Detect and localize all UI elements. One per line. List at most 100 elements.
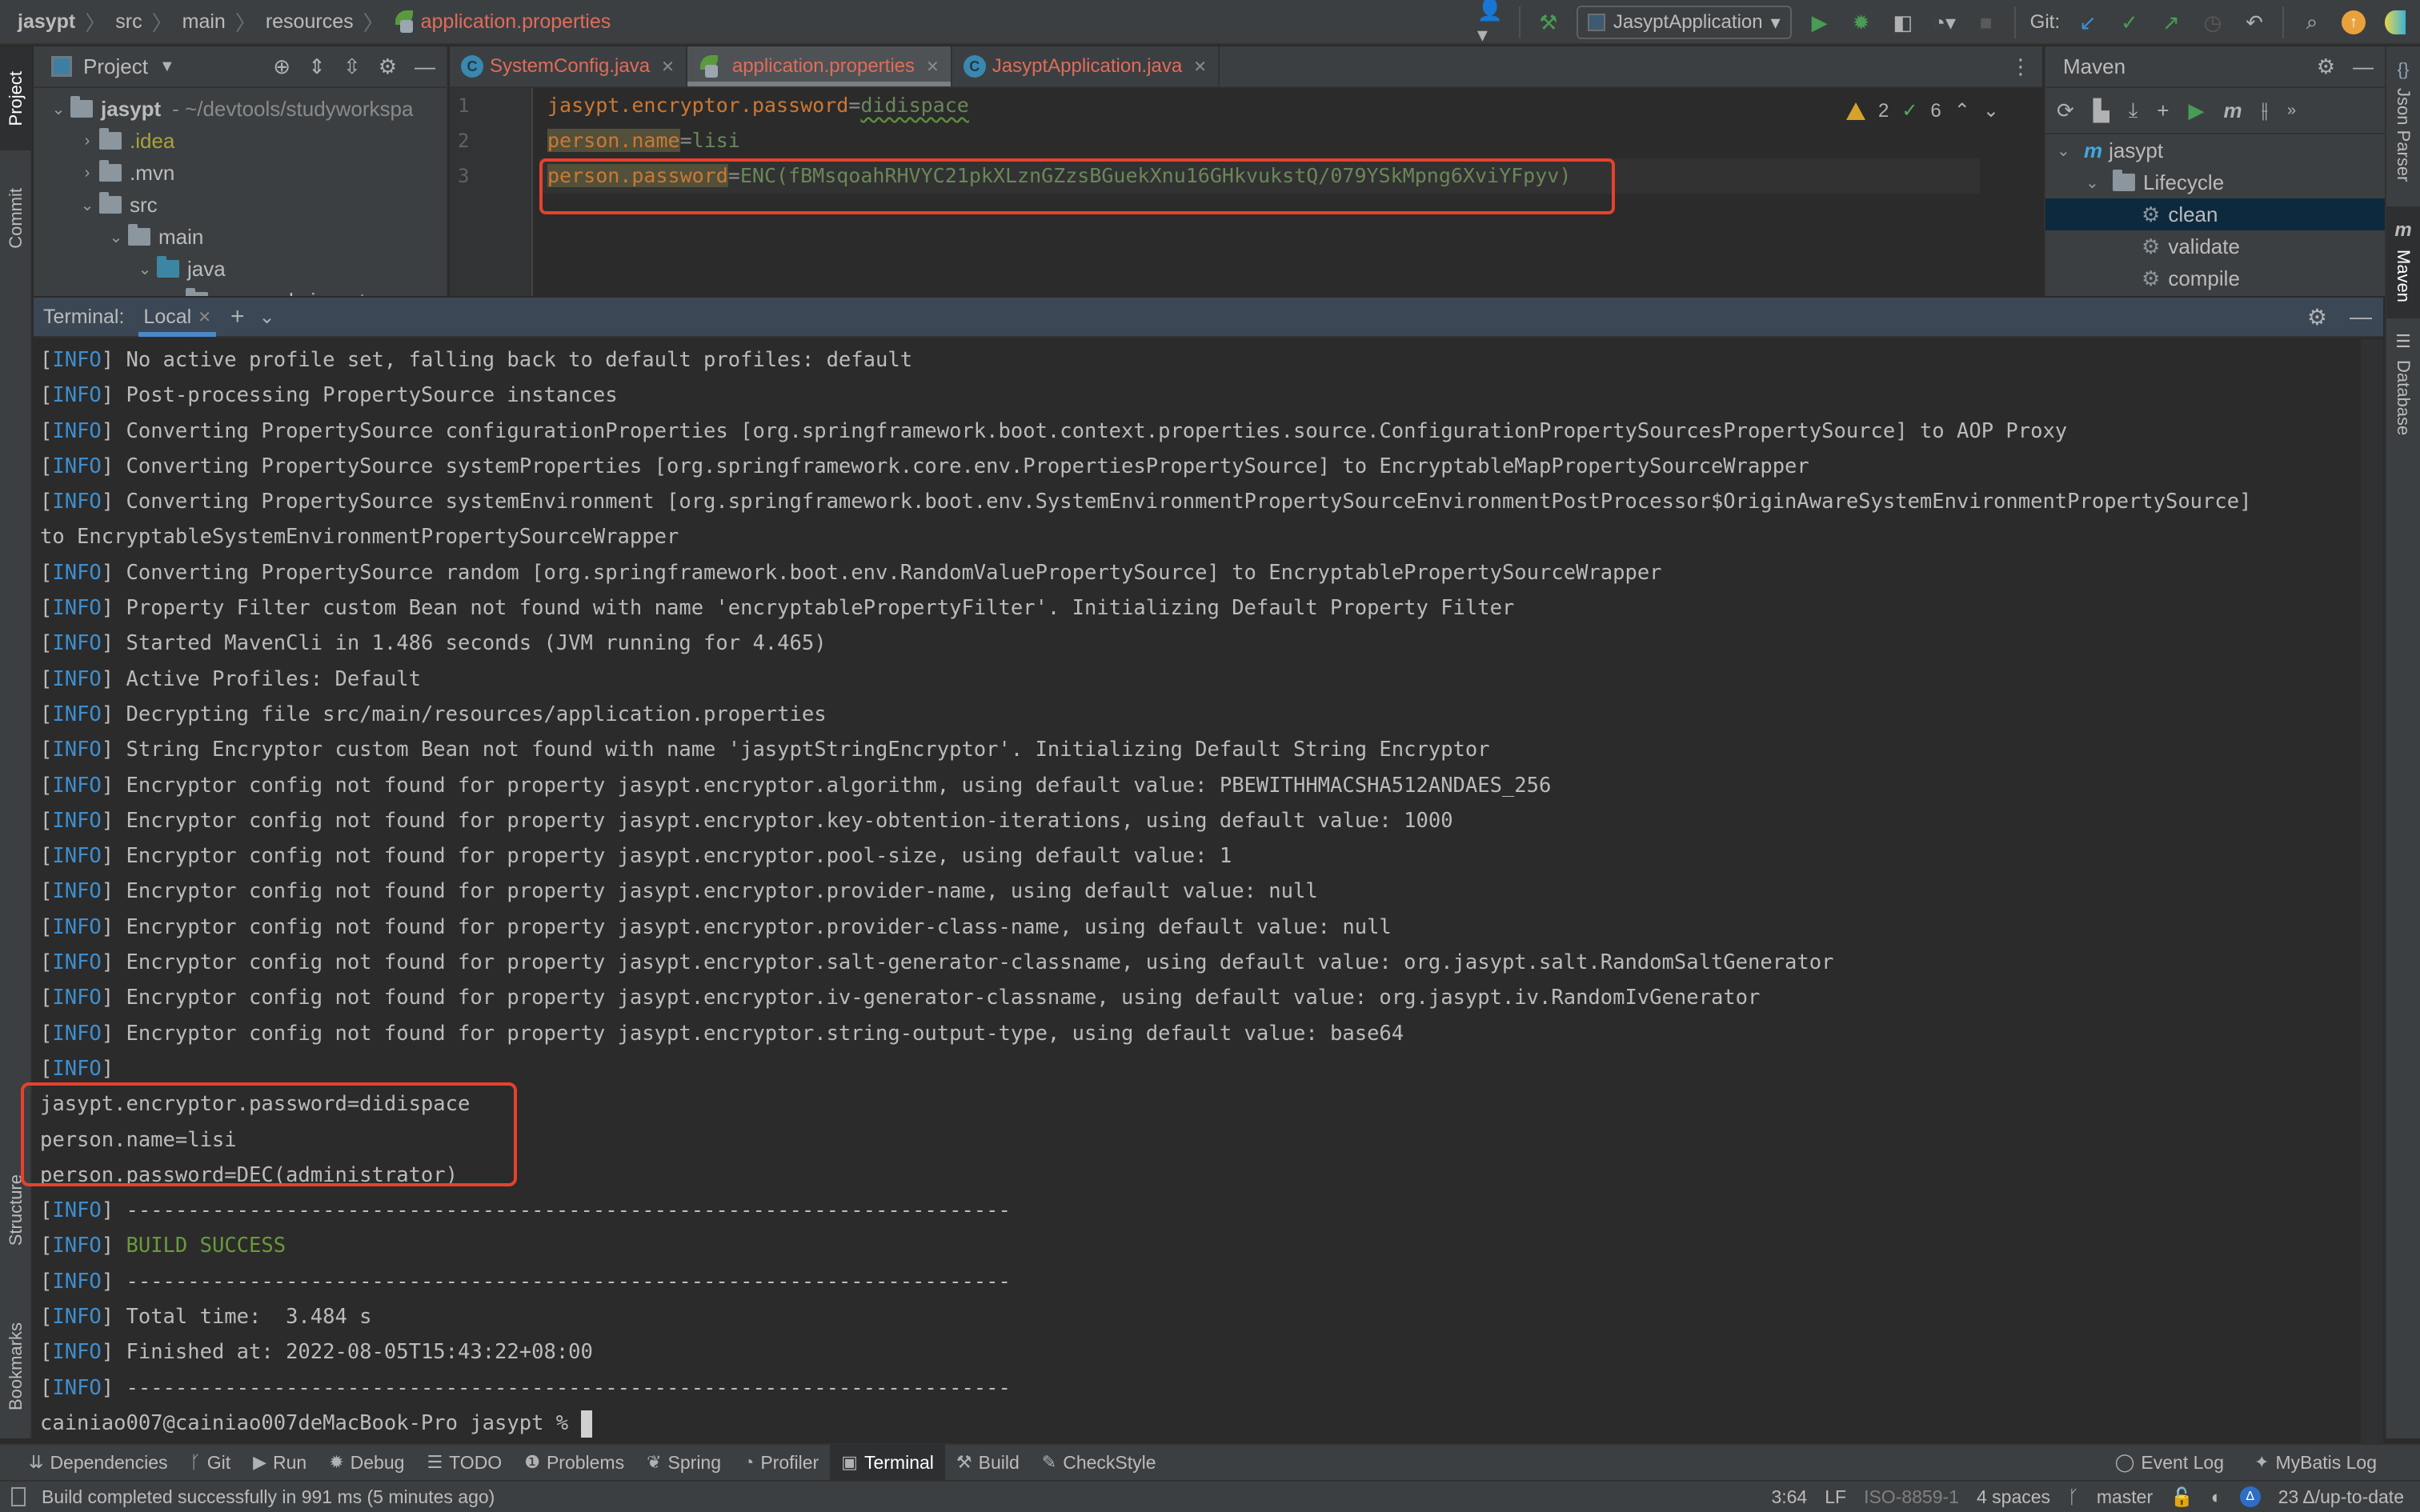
breadcrumb-item-file[interactable]: application.properties	[421, 10, 611, 34]
expand-all-icon[interactable]: ⇕	[308, 54, 326, 79]
tree-item-idea[interactable]: › .idea	[34, 125, 447, 157]
chevron-down-icon[interactable]: ⌄	[2057, 141, 2084, 161]
tool-tab-database[interactable]: ☰ Database	[2386, 318, 2420, 462]
user-icon[interactable]: 👤▾	[1477, 0, 1504, 46]
run-icon[interactable]: ▶	[1806, 9, 1833, 36]
breadcrumb-item-main[interactable]: main	[182, 10, 226, 34]
file-encoding[interactable]: ISO-8859-1	[1864, 1486, 1959, 1508]
new-tab-icon[interactable]: +	[230, 303, 245, 330]
locate-icon[interactable]: ⊕	[273, 54, 290, 79]
updates-status[interactable]: 23 Δ/up-to-date	[2278, 1486, 2404, 1508]
tool-window-tab-todo[interactable]: ☰ TODO	[415, 1445, 513, 1480]
maven-item-lifecycle[interactable]: ⌄ Lifecycle	[2045, 166, 2385, 198]
hammer-icon[interactable]: ⚒	[1535, 9, 1562, 36]
search-icon[interactable]: ⌕	[2298, 9, 2326, 36]
chevron-down-icon[interactable]: ⌄	[75, 195, 99, 215]
code-line[interactable]: jasypt.encryptor.password=didispace	[539, 88, 1980, 123]
tool-window-tab-problems[interactable]: ❶ Problems	[513, 1445, 635, 1480]
maven-goal-icon[interactable]: m	[2223, 98, 2242, 123]
git-branch[interactable]: master	[2097, 1486, 2153, 1508]
terminal-output[interactable]: [INFO] No active profile set, falling ba…	[34, 338, 2383, 1441]
generate-sources-icon[interactable]: ▙	[2093, 98, 2109, 123]
maven-item-validate[interactable]: ⚙ validate	[2045, 230, 2385, 262]
git-update-icon[interactable]: ↙	[2074, 9, 2101, 36]
tool-window-tab-debug[interactable]: ✹ Debug	[318, 1445, 415, 1480]
next-highlight-icon[interactable]: ⌄	[1983, 99, 1999, 122]
tree-item-jasypt[interactable]: ⌄ jasypt - ~/devtools/studyworkspa	[34, 93, 447, 125]
skip-tests-icon[interactable]: ⫲	[2262, 98, 2268, 123]
maven-item-compile[interactable]: ⚙ compile	[2045, 262, 2385, 294]
tool-tab-json-parser[interactable]: {} Json Parser	[2386, 46, 2420, 206]
git-commit-icon[interactable]: ✓	[2116, 9, 2143, 36]
run-icon[interactable]: ▶	[2188, 98, 2204, 123]
more-icon[interactable]: »	[2287, 102, 2296, 120]
caret-position[interactable]: 3:64	[1771, 1486, 1807, 1508]
minimize-icon[interactable]: —	[2350, 304, 2372, 330]
code-line[interactable]: person.name=lisi	[539, 123, 1980, 158]
tool-tab-commit[interactable]: Commit	[0, 166, 32, 270]
tool-window-tab-terminal[interactable]: ▣ Terminal	[830, 1445, 945, 1480]
maven-item-jasypt[interactable]: ⌄ m jasypt	[2045, 134, 2385, 166]
tab-jasyptapplication-java[interactable]: C JasyptApplication.java ✕	[952, 46, 1220, 86]
toolbox-icon[interactable]	[2382, 9, 2409, 36]
gear-icon[interactable]: ⚙	[2307, 304, 2327, 330]
line-separator[interactable]: LF	[1825, 1486, 1846, 1508]
memory-indicator-icon[interactable]: ◐	[2211, 1486, 2222, 1508]
project-panel-title[interactable]: Project	[83, 54, 148, 79]
tree-item-main[interactable]: ⌄ main	[34, 221, 447, 253]
chevron-down-icon[interactable]: ⌄	[2085, 173, 2113, 193]
update-icon[interactable]: ↑	[2340, 9, 2367, 36]
close-icon[interactable]: ✕	[1193, 57, 1207, 77]
more-options-icon[interactable]: ⋮	[2010, 54, 2031, 79]
gear-icon[interactable]: ⚙	[379, 54, 397, 79]
minimize-icon[interactable]: —	[415, 54, 435, 79]
tool-window-tab-run[interactable]: ▶ Run	[242, 1445, 318, 1480]
chevron-down-icon[interactable]: ▼	[159, 58, 175, 76]
maven-item-clean[interactable]: ⚙ clean	[2045, 198, 2385, 230]
tool-window-tab-profiler[interactable]: ◔ Profiler	[732, 1445, 830, 1480]
tree-item-src[interactable]: ⌄ src	[34, 189, 447, 221]
collapse-all-icon[interactable]: ⇳	[343, 54, 361, 79]
chevron-down-icon[interactable]: ⌄	[46, 99, 70, 119]
breadcrumb-item-src[interactable]: src	[115, 10, 142, 34]
download-icon[interactable]: ⤓	[2129, 98, 2138, 123]
layout-toggle-icon[interactable]	[11, 1487, 26, 1506]
tool-window-tab-spring[interactable]: ❦ Spring	[635, 1445, 732, 1480]
inspection-widget[interactable]: 2 ✓ 6 ⌃ ⌄	[1845, 99, 1999, 122]
coverage-icon[interactable]: ◧	[1889, 9, 1917, 36]
lock-icon[interactable]: 🔓	[2170, 1486, 2194, 1508]
tree-item-java[interactable]: ⌄ java	[34, 253, 447, 285]
chevron-right-icon[interactable]: ›	[75, 164, 99, 182]
terminal-tab-local[interactable]: Local ✕	[138, 297, 216, 337]
tool-window-tab-event-log[interactable]: ◯ Event Log	[2104, 1445, 2235, 1480]
tab-application-properties[interactable]: application.properties ✕	[687, 46, 952, 86]
tool-tab-maven[interactable]: m Maven	[2386, 206, 2420, 318]
minimize-icon[interactable]: —	[2353, 54, 2374, 79]
reload-icon[interactable]: ⟳	[2057, 98, 2074, 123]
breadcrumb-item-resources[interactable]: resources	[266, 10, 354, 34]
chevron-right-icon[interactable]: ›	[75, 132, 99, 150]
gear-icon[interactable]: ⚙	[2317, 54, 2335, 79]
history-icon[interactable]: ◷	[2199, 9, 2226, 36]
tool-tab-project[interactable]: Project	[0, 46, 32, 150]
git-push-icon[interactable]: ↗	[2158, 9, 2185, 36]
tree-item-mvn[interactable]: › .mvn	[34, 157, 447, 189]
debug-icon[interactable]: ✹	[1848, 9, 1875, 36]
tool-window-tab-dependencies[interactable]: ⇊ Dependencies	[18, 1445, 179, 1480]
tool-window-tab-git[interactable]: ᚴ Git	[179, 1445, 242, 1480]
previous-highlight-icon[interactable]: ⌃	[1954, 99, 1970, 122]
close-icon[interactable]: ✕	[661, 57, 675, 77]
status-message[interactable]: Build completed successfully in 991 ms (…	[42, 1486, 495, 1508]
close-icon[interactable]: ✕	[926, 57, 940, 77]
tool-window-tab-build[interactable]: ⚒ Build	[945, 1445, 1031, 1480]
chevron-down-icon[interactable]: ⌄	[258, 306, 274, 329]
tool-window-tab-checkstyle[interactable]: ✎ CheckStyle	[1031, 1445, 1168, 1480]
tab-systemconfig-java[interactable]: C SystemConfig.java ✕	[450, 46, 687, 86]
tree-item-package[interactable]: ⌄ com.csdn.jasypt	[34, 285, 447, 296]
stop-icon[interactable]: ■	[1973, 9, 2000, 36]
run-configuration-select[interactable]: JasyptApplication ▾	[1576, 6, 1792, 39]
chevron-down-icon[interactable]: ⌄	[133, 259, 157, 279]
tool-tab-bookmarks[interactable]: Bookmarks	[0, 1294, 32, 1438]
profile-icon[interactable]: ◔▾	[1931, 9, 1958, 36]
tool-window-tab-mybatis-log[interactable]: ✦ MyBatis Log	[2243, 1445, 2388, 1480]
